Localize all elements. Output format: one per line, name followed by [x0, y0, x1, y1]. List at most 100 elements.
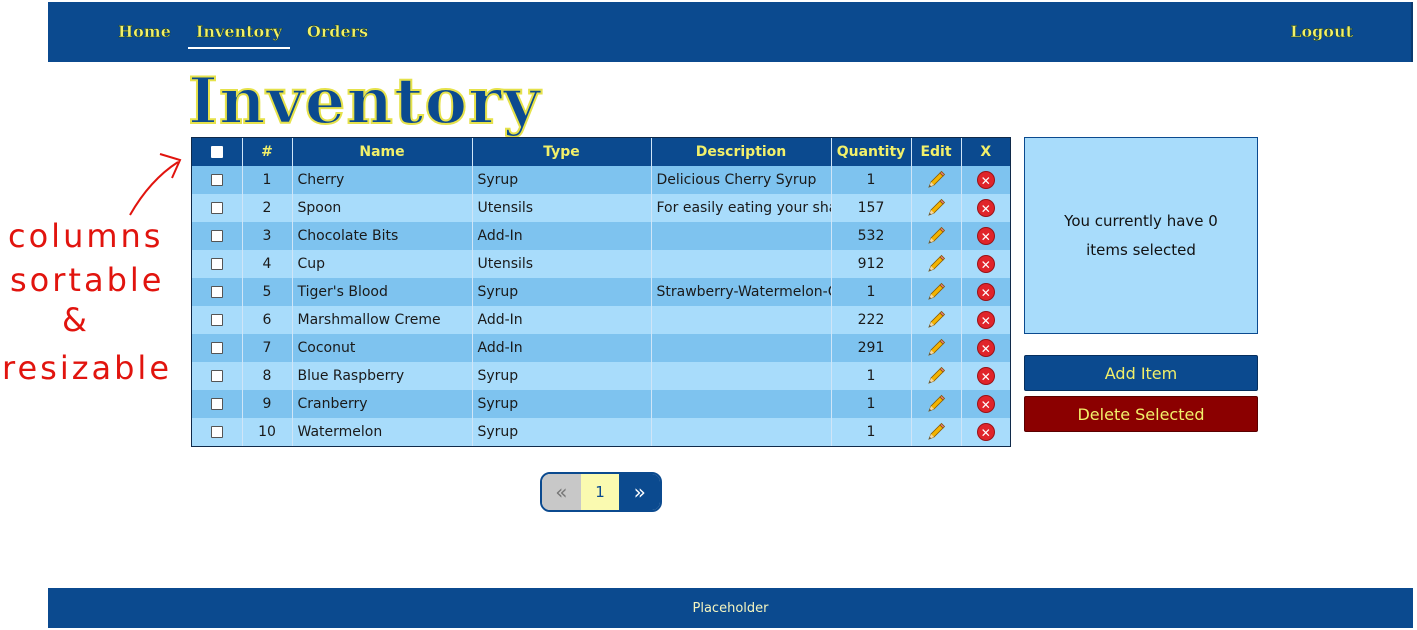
- cell-name: Cup: [292, 250, 473, 278]
- cell-edit[interactable]: [911, 222, 962, 250]
- pagination-prev-button[interactable]: «: [542, 474, 581, 510]
- cell-num: 10: [242, 418, 293, 446]
- row-checkbox[interactable]: [210, 342, 223, 354]
- x-circle-icon[interactable]: ✕: [976, 311, 995, 329]
- x-circle-icon[interactable]: ✕: [976, 395, 995, 413]
- row-checkbox[interactable]: [210, 398, 223, 410]
- cell-delete[interactable]: ✕: [961, 334, 1010, 362]
- cell-type: Syrup: [472, 278, 652, 306]
- row-select-cell[interactable]: [192, 390, 243, 418]
- column-header-quantity[interactable]: Quantity: [831, 138, 912, 166]
- cell-delete[interactable]: ✕: [961, 166, 1010, 194]
- pencil-icon[interactable]: [926, 422, 946, 442]
- pencil-icon[interactable]: [926, 394, 946, 414]
- cell-quantity: 1: [831, 278, 912, 306]
- cell-name: Cranberry: [292, 390, 473, 418]
- pencil-icon[interactable]: [926, 170, 946, 190]
- cell-name: Chocolate Bits: [292, 222, 473, 250]
- x-circle-icon[interactable]: ✕: [976, 339, 995, 357]
- table-row[interactable]: 10 Watermelon Syrup 1 ✕: [192, 418, 1010, 446]
- x-circle-icon[interactable]: ✕: [976, 199, 995, 217]
- cell-num: 4: [242, 250, 293, 278]
- cell-delete[interactable]: ✕: [961, 250, 1010, 278]
- cell-edit[interactable]: [911, 362, 962, 390]
- cell-edit[interactable]: [911, 390, 962, 418]
- nav-home[interactable]: Home: [110, 22, 179, 49]
- select-all-checkbox[interactable]: [210, 146, 223, 158]
- selection-panel: You currently have 0 items selected: [1024, 137, 1258, 334]
- row-select-cell[interactable]: [192, 278, 243, 306]
- row-checkbox[interactable]: [210, 202, 223, 214]
- cell-edit[interactable]: [911, 278, 962, 306]
- pencil-icon[interactable]: [926, 226, 946, 246]
- row-checkbox[interactable]: [210, 426, 223, 438]
- x-circle-icon[interactable]: ✕: [976, 255, 995, 273]
- column-header-description[interactable]: Description: [651, 138, 832, 166]
- row-checkbox[interactable]: [210, 258, 223, 270]
- cell-edit[interactable]: [911, 194, 962, 222]
- pagination: « 1 »: [540, 472, 662, 512]
- table-row[interactable]: 2SpoonUtensilsFor easily eating your sha…: [192, 194, 1010, 222]
- column-header-num[interactable]: #: [242, 138, 293, 166]
- row-select-cell[interactable]: [192, 334, 243, 362]
- delete-selected-button[interactable]: Delete Selected: [1024, 396, 1258, 432]
- cell-edit[interactable]: [911, 250, 962, 278]
- cell-name: Tiger's Blood: [292, 278, 473, 306]
- x-circle-icon[interactable]: ✕: [976, 367, 995, 385]
- select-all-header[interactable]: [192, 138, 243, 166]
- row-select-cell[interactable]: [192, 194, 243, 222]
- cell-type: Syrup: [472, 418, 652, 446]
- row-checkbox[interactable]: [210, 286, 223, 298]
- nav-inventory[interactable]: Inventory: [187, 22, 290, 49]
- table-row[interactable]: 5 Tiger's Blood Syrup Strawberry-Watermelon…: [192, 278, 1010, 306]
- table-row[interactable]: 7 Coconut Add-In 291 ✕: [192, 334, 1010, 362]
- pagination-next-button[interactable]: »: [619, 474, 660, 510]
- x-circle-icon[interactable]: ✕: [976, 423, 995, 441]
- pencil-icon[interactable]: [926, 310, 946, 330]
- cell-edit[interactable]: [911, 418, 962, 446]
- row-checkbox[interactable]: [210, 314, 223, 326]
- row-checkbox[interactable]: [210, 174, 223, 186]
- pencil-icon[interactable]: [926, 254, 946, 274]
- row-select-cell[interactable]: [192, 306, 243, 334]
- column-header-type[interactable]: Type: [472, 138, 652, 166]
- x-circle-icon[interactable]: ✕: [976, 227, 995, 245]
- cell-type: Utensils: [472, 250, 652, 278]
- cell-edit[interactable]: [911, 306, 962, 334]
- table-row[interactable]: 3 Chocolate Bits Add-In 532 ✕: [192, 222, 1010, 250]
- cell-edit[interactable]: [911, 166, 962, 194]
- cell-delete[interactable]: ✕: [961, 306, 1010, 334]
- x-circle-icon[interactable]: ✕: [976, 283, 995, 301]
- row-checkbox[interactable]: [210, 230, 223, 242]
- column-header-name[interactable]: Name: [292, 138, 473, 166]
- cell-delete[interactable]: ✕: [961, 418, 1010, 446]
- cell-delete[interactable]: ✕: [961, 362, 1010, 390]
- row-select-cell[interactable]: [192, 362, 243, 390]
- cell-delete[interactable]: ✕: [961, 390, 1010, 418]
- pencil-icon[interactable]: [926, 282, 946, 302]
- annotation-line-2: sortable: [10, 261, 165, 299]
- cell-description: For easily eating your shave: [651, 194, 832, 222]
- cell-edit[interactable]: [911, 334, 962, 362]
- add-item-button[interactable]: Add Item: [1024, 355, 1258, 391]
- table-row[interactable]: 4 Cup Utensils 912 ✕: [192, 250, 1010, 278]
- pagination-page-1[interactable]: 1: [580, 474, 620, 510]
- table-row[interactable]: 6 Marshmallow Creme Add-In 222 ✕: [192, 306, 1010, 334]
- table-row[interactable]: 8 Blue Raspberry Syrup 1 ✕: [192, 362, 1010, 390]
- x-circle-icon[interactable]: ✕: [976, 171, 995, 189]
- table-row[interactable]: 9 Cranberry Syrup 1 ✕: [192, 390, 1010, 418]
- row-select-cell[interactable]: [192, 250, 243, 278]
- cell-delete[interactable]: ✕: [961, 222, 1010, 250]
- row-select-cell[interactable]: [192, 166, 243, 194]
- cell-delete[interactable]: ✕: [961, 194, 1010, 222]
- cell-delete[interactable]: ✕: [961, 278, 1010, 306]
- row-select-cell[interactable]: [192, 222, 243, 250]
- pencil-icon[interactable]: [926, 338, 946, 358]
- nav-orders[interactable]: Orders: [299, 22, 376, 49]
- pencil-icon[interactable]: [926, 366, 946, 386]
- pencil-icon[interactable]: [926, 198, 946, 218]
- row-checkbox[interactable]: [210, 370, 223, 382]
- row-select-cell[interactable]: [192, 418, 243, 446]
- logout-link[interactable]: Logout: [1290, 22, 1353, 41]
- table-row[interactable]: 1 Cherry Syrup Delicious Cherry Syrup 1 ✕: [192, 166, 1010, 194]
